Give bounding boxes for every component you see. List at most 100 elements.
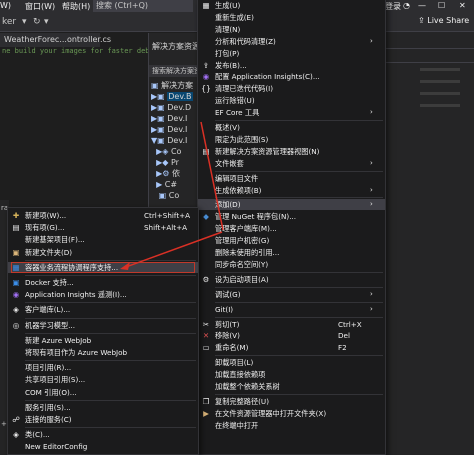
menu-item[interactable]: ◈ 类(C)... bbox=[8, 429, 198, 440]
menu-item[interactable]: ◎ 机器学习模型... bbox=[8, 320, 198, 331]
project-context-menu: ▦ 生成(U) 重新生成(E) 清理(N) 分析和代码清理(Z) › 打包(P) ⇪ 发布(B)… bbox=[197, 0, 386, 455]
tree-item[interactable]: ▼▣ Dev.I bbox=[151, 135, 187, 146]
menu-item[interactable]: 运行除错(U) bbox=[198, 95, 385, 106]
menu-item[interactable]: ◆ 管理 NuGet 程序包(N)... bbox=[198, 211, 385, 222]
tree-item[interactable]: ▶▣ Dev.I bbox=[151, 124, 187, 135]
divider bbox=[386, 48, 474, 49]
tree-item[interactable]: ▶▣ Dev.B bbox=[151, 91, 193, 102]
menu-item[interactable]: 加载整个依赖关系树 bbox=[198, 381, 385, 392]
menu-item[interactable]: ▦ 生成(U) bbox=[198, 0, 385, 11]
menu-item[interactable]: 重新生成(E) bbox=[198, 12, 385, 23]
menu-item[interactable]: 限定为此范围(S) bbox=[198, 134, 385, 145]
tree-item[interactable]: ▶▣ Dev.D bbox=[151, 102, 191, 113]
new-view-icon: ▤ bbox=[202, 146, 210, 156]
menu-item[interactable]: 新建基架项目(F)... bbox=[8, 234, 198, 245]
menu-item[interactable]: 概述(V) bbox=[198, 122, 385, 133]
menu-item[interactable]: COM 引用(O)... bbox=[8, 387, 198, 398]
menu-item[interactable]: 添加(D) › bbox=[198, 199, 385, 211]
menu-item[interactable]: ❐ 复制完整路径(U) bbox=[198, 396, 385, 407]
menu-item-label: 重命名(M) bbox=[215, 343, 249, 353]
menu-item[interactable]: ✕ 移除(V) Del bbox=[198, 330, 385, 341]
menu-item[interactable]: Git(I) › bbox=[198, 304, 385, 315]
menu-item[interactable]: 分析和代码清理(Z) › bbox=[198, 36, 385, 47]
menu-item[interactable]: 同步命名空间(Y) bbox=[198, 259, 385, 270]
menu-item-label: 复制完整路径(U) bbox=[215, 396, 269, 406]
menu-item[interactable]: 共享项目引用(S)... bbox=[8, 374, 198, 385]
menu-item-help[interactable]: 帮助(H) bbox=[62, 1, 90, 12]
menu-item[interactable]: 新建 Azure WebJob bbox=[8, 335, 198, 346]
menu-item[interactable]: 管理客户端库(M)... bbox=[198, 223, 385, 234]
menu-item-window-partial[interactable]: W) bbox=[0, 1, 11, 10]
menu-item[interactable]: ▣ Docker 支持... bbox=[8, 277, 198, 288]
menu-item[interactable]: 生成依赖项(B) › bbox=[198, 185, 385, 196]
menu-item[interactable]: ◉ 配置 Application Insights(C)... bbox=[198, 71, 385, 82]
menu-item[interactable]: 将现有项目作为 Azure WebJob bbox=[8, 347, 198, 358]
menu-separator bbox=[215, 197, 383, 199]
menu-item[interactable]: ▭ 重命名(M) F2 bbox=[198, 342, 385, 353]
menu-item[interactable]: EF Core 工具 › bbox=[198, 107, 385, 118]
menu-item[interactable]: ▶ 在文件资源管理器中打开文件夹(X) bbox=[198, 408, 385, 419]
menu-item-label: 将现有项目作为 Azure WebJob bbox=[25, 348, 128, 357]
minimize-icon[interactable]: — bbox=[418, 1, 426, 10]
menu-item-label: 添加(D) bbox=[215, 200, 241, 210]
project-icon: ▼▣ bbox=[151, 136, 168, 145]
menu-item-label: EF Core 工具 bbox=[215, 108, 260, 118]
menu-item-label: 调试(G) bbox=[215, 289, 241, 299]
annotation-highlight-box bbox=[11, 261, 195, 273]
close-window-icon[interactable]: ✕ bbox=[459, 1, 466, 10]
tool-strip-add[interactable]: + bbox=[1, 420, 7, 428]
menu-item[interactable]: ◉ Application Insights 遥测(I)... bbox=[8, 289, 198, 300]
menu-item[interactable]: ▤ 新建解决方案资源管理器视图(N) bbox=[198, 146, 385, 157]
tree-item[interactable]: ▶◈ Co bbox=[151, 146, 181, 157]
menu-item-label: 新建项(W)... bbox=[25, 211, 67, 220]
menu-separator bbox=[25, 399, 196, 401]
menu-item-label: Application Insights 遥测(I)... bbox=[25, 290, 127, 300]
menu-item[interactable]: 删除未使用的引用... bbox=[198, 247, 385, 258]
menu-item[interactable]: 加载直接依赖项 bbox=[198, 369, 385, 380]
tree-item[interactable]: ▶ C# bbox=[151, 179, 177, 190]
dropdown-icon[interactable]: ▾ bbox=[22, 17, 27, 27]
menu-item[interactable]: ▤ 现有项(G)... Shift+Alt+A bbox=[8, 222, 198, 233]
menu-item[interactable]: ⚙ 设为启动项目(A) bbox=[198, 274, 385, 285]
menu-item[interactable]: 编辑项目文件 bbox=[198, 173, 385, 184]
solution-row[interactable]: ▣ 解决方案 bbox=[151, 80, 193, 91]
tree-item[interactable]: ▶▣ Dev.I bbox=[151, 113, 187, 124]
menu-item[interactable]: ✂ 剪切(T) Ctrl+X bbox=[198, 319, 385, 330]
menu-item[interactable]: New EditorConfig bbox=[8, 441, 198, 452]
maximize-icon[interactable]: ☐ bbox=[438, 1, 445, 10]
menu-item[interactable]: ▦ 容器业务流程协调程序支持... bbox=[8, 261, 198, 273]
menu-item[interactable]: 调试(G) › bbox=[198, 289, 385, 300]
login-button[interactable]: 登录 bbox=[385, 1, 401, 12]
gear-icon: ⚙ bbox=[202, 274, 210, 284]
document-tab[interactable]: WeatherForec...ontroller.cs bbox=[0, 33, 111, 47]
menu-item-label: 新建文件夹(D) bbox=[25, 247, 73, 257]
menu-item[interactable]: 文件嵌套 › bbox=[198, 158, 385, 169]
tree-item[interactable]: ▶⚙ 依 bbox=[151, 168, 180, 179]
refresh-icon[interactable]: ↻ bbox=[33, 17, 41, 27]
account-icon[interactable]: ◔ bbox=[403, 1, 410, 10]
menu-item[interactable]: 打包(P) bbox=[198, 48, 385, 59]
solution-search-input[interactable]: 搜索解决方案资源管 bbox=[149, 65, 199, 77]
menu-item[interactable]: 管理用户机密(G) bbox=[198, 235, 385, 246]
menu-item[interactable]: ▣ 新建文件夹(D) bbox=[8, 247, 198, 258]
menu-item-label: New EditorConfig bbox=[25, 442, 88, 452]
menu-item[interactable]: 服务引用(S)... bbox=[8, 402, 198, 413]
menu-item[interactable]: 清理(N) bbox=[198, 24, 385, 35]
tree-item[interactable]: ▶◆ Pr bbox=[151, 157, 179, 168]
tree-item[interactable]: ▣ Co bbox=[151, 190, 180, 201]
editor-area[interactable] bbox=[0, 57, 148, 207]
menu-item[interactable]: 卸载项目(L) bbox=[198, 357, 385, 368]
menu-item[interactable]: 项目引用(R)... bbox=[8, 362, 198, 373]
live-share-button[interactable]: ⇪ Live Share bbox=[418, 16, 469, 25]
menu-item-window[interactable]: 窗口(W) bbox=[25, 1, 55, 12]
menu-item[interactable]: ✚ 新建项(W)... Ctrl+Shift+A bbox=[8, 210, 198, 221]
menu-item[interactable]: {} 清理已迭代代码(I) bbox=[198, 83, 385, 94]
menu-item[interactable]: ☍ 连接的服务(C) bbox=[8, 414, 198, 425]
menu-item[interactable]: 在终端中打开 bbox=[198, 420, 385, 431]
dropdown-icon[interactable]: ▾ bbox=[44, 17, 49, 27]
menu-item-label: Git(I) bbox=[215, 304, 234, 314]
menu-item[interactable]: ◈ 客户端库(L)... bbox=[8, 304, 198, 315]
menu-item-label: COM 引用(O)... bbox=[25, 387, 77, 397]
search-input[interactable]: 搜索 (Ctrl+Q) bbox=[93, 0, 193, 12]
menu-item[interactable]: ⇪ 发布(B)... bbox=[198, 60, 385, 71]
